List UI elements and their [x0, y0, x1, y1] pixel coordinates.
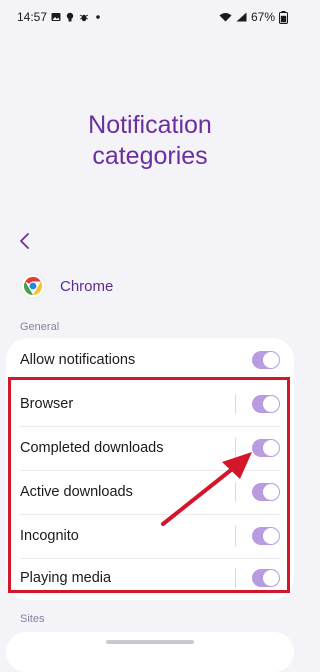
- toggle-browser[interactable]: [252, 395, 280, 413]
- sites-card: [6, 632, 294, 672]
- row-incognito[interactable]: Incognito: [20, 514, 280, 558]
- bulb-icon: [66, 12, 74, 22]
- toggle-wrap: [235, 568, 280, 588]
- toggle-allow-notifications[interactable]: [252, 351, 280, 369]
- toggle-knob: [263, 570, 279, 586]
- chevron-left-icon: [20, 233, 29, 249]
- toggle-completed-downloads[interactable]: [252, 439, 280, 457]
- section-general: General: [20, 321, 60, 333]
- row-completed-downloads[interactable]: Completed downloads: [20, 426, 280, 470]
- toggle-knob: [263, 440, 279, 456]
- battery-percent: 67%: [250, 10, 275, 24]
- row-playing-media[interactable]: Playing media: [20, 556, 280, 600]
- status-left: 14:57: [17, 10, 103, 24]
- row-label: Completed downloads: [20, 440, 164, 456]
- status-right: 67%: [219, 10, 288, 24]
- toggle-wrap: [235, 438, 280, 458]
- back-button[interactable]: [14, 229, 38, 253]
- page-title-line1: Notification: [88, 111, 212, 139]
- toggle-playing-media[interactable]: [252, 569, 280, 587]
- divider: [235, 526, 236, 546]
- battery-icon: [279, 10, 288, 24]
- divider: [235, 568, 236, 588]
- app-row: Chrome: [20, 273, 113, 299]
- toggle-wrap: [235, 394, 280, 414]
- page-title: Notification categories: [0, 110, 300, 172]
- status-bar: 14:57 67%: [0, 0, 300, 34]
- toggle-knob: [263, 396, 279, 412]
- row-browser[interactable]: Browser: [20, 382, 280, 426]
- toggle-incognito[interactable]: [252, 527, 280, 545]
- toggle-wrap: [235, 482, 280, 502]
- toggle-wrap: [252, 351, 280, 369]
- row-active-downloads[interactable]: Active downloads: [20, 470, 280, 514]
- divider: [235, 394, 236, 414]
- toggle-active-downloads[interactable]: [252, 483, 280, 501]
- row-label: Playing media: [20, 570, 112, 586]
- row-label: Allow notifications: [20, 352, 136, 368]
- bug-icon: [79, 14, 89, 22]
- app-name: Chrome: [60, 277, 114, 295]
- wifi-icon: [219, 13, 232, 22]
- page-title-line2: categories: [92, 142, 208, 170]
- toggle-knob: [263, 528, 279, 544]
- image-icon: [51, 13, 61, 21]
- row-label: Active downloads: [20, 484, 133, 500]
- dot-icon: [96, 15, 100, 19]
- settings-card: Allow notifications Browser Completed do…: [6, 338, 294, 600]
- divider: [235, 482, 236, 502]
- toggle-knob: [263, 352, 279, 368]
- home-indicator: [106, 640, 194, 644]
- row-allow-notifications[interactable]: Allow notifications: [20, 338, 280, 382]
- toggle-wrap: [235, 526, 280, 546]
- row-label: Browser: [20, 396, 74, 412]
- signal-icon: [236, 12, 247, 22]
- section-sites: Sites: [20, 613, 45, 625]
- status-time: 14:57: [17, 10, 48, 24]
- toggle-knob: [263, 484, 279, 500]
- row-label: Incognito: [20, 528, 79, 544]
- chrome-icon: [20, 273, 46, 299]
- divider: [235, 438, 236, 458]
